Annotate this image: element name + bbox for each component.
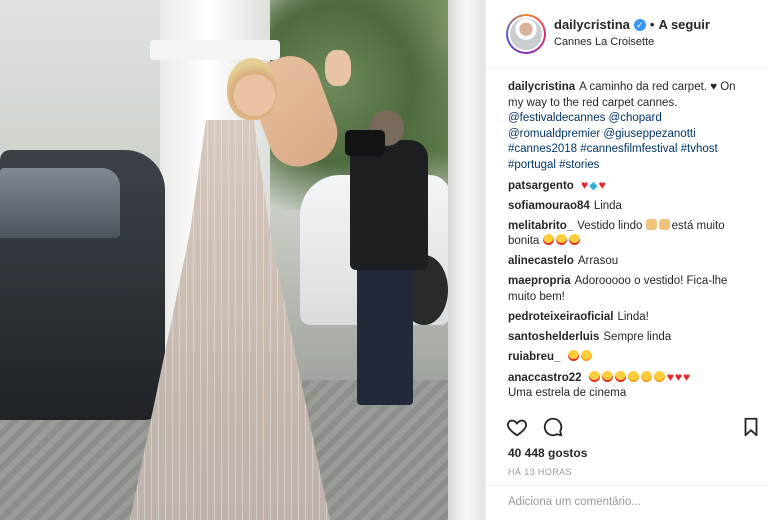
comment-username[interactable]: anaccastro22 [508,372,582,384]
grin-face-icon [580,349,592,361]
comment-username[interactable]: maepropria [508,275,571,287]
post-photo[interactable] [0,0,485,520]
caption-tags[interactable]: @festivaldecannes @chopard @romualdpremi… [508,112,718,171]
heart-eyes-icon [601,370,613,382]
heart-eyes-icon [567,349,579,361]
kiss-face-icon [542,234,554,245]
header-username[interactable]: dailycristina [554,17,630,32]
black-heart-icon: ♥ [710,81,718,93]
comment: melitabrito_ Vestido lindo está muito bon… [508,218,753,250]
red-heart-icon: ♥ [666,369,674,384]
grin-face-icon [653,370,665,382]
red-heart-icon: ♥ [581,177,589,192]
location-link[interactable]: Cannes La Croisette [554,36,654,48]
heart-eyes-icon [614,370,626,382]
waving-hand [325,50,351,86]
comment-text: Sempre linda [603,330,672,343]
separator-dot: • [649,17,655,32]
photographer-legs [357,265,413,405]
red-heart-icon: ♥ [598,177,606,192]
comment: pedroteixeiraoficial Linda! [508,310,753,326]
heart-outline-icon[interactable] [506,416,528,438]
add-comment-bar [486,485,768,520]
caption: dailycristina A caminho da red carpet. ♥ … [508,80,753,173]
comment: alinecastelo Arrasou [508,254,753,270]
avatar[interactable] [508,16,544,52]
post-timestamp[interactable]: HÁ 13 HORAS [508,467,572,477]
post-side-panel: dailycristina ✓ • A seguir Cannes La Cro… [485,0,768,520]
likes-count[interactable]: 40 448 gostos [508,446,587,460]
bookmark-icon[interactable] [740,416,762,438]
kiss-face-icon [568,234,580,245]
comment-username[interactable]: sofiamourao84 [508,200,590,212]
comment-text: Linda [593,199,622,212]
comment-input[interactable] [508,496,748,508]
comment-text: Arrasou [577,255,619,267]
right-pillar [448,0,485,520]
verified-badge-icon: ✓ [633,18,646,31]
comment-text: Linda! [617,310,649,323]
comment-username[interactable]: alinecastelo [508,255,574,267]
ok-hand-icon [645,218,657,230]
grin-face-icon [627,370,639,382]
comments-list: dailycristina A caminho da red carpet. ♥ … [508,80,753,406]
following-button[interactable]: A seguir [658,17,710,32]
caption-username[interactable]: dailycristina [508,81,575,93]
header-user-line: dailycristina ✓ • A seguir [554,17,710,32]
avatar-photo [510,18,542,50]
comment-username[interactable]: ruiabreu_ [508,351,560,363]
grin-face-icon [640,370,652,382]
comment-bubble-icon[interactable] [542,416,564,438]
red-heart-icon: ♥ [674,369,682,384]
kiss-face-icon [555,234,567,245]
story-ring[interactable] [506,14,546,54]
comment: sofiamourao84 Linda [508,199,753,215]
post-header: dailycristina ✓ • A seguir Cannes La Cro… [486,0,768,68]
camera [345,130,385,156]
comment-username[interactable]: melitabrito_ [508,220,573,232]
car-window [0,168,120,238]
comment-username[interactable]: pedroteixeiraoficial [508,311,613,323]
comment-text: Vestido lindo [577,219,646,232]
comment: ruiabreu_ [508,349,753,366]
clapping-hands-icon [658,218,670,230]
comment-username[interactable]: patsargento [508,180,574,192]
photographer [345,110,430,410]
comment: santoshelderluis Sempre linda [508,330,753,346]
caption-text: A caminho da red carpet. [579,81,711,93]
comment-username[interactable]: santoshelderluis [508,331,599,343]
comment: patsargento ♥◆♥ [508,178,753,195]
comment: anaccastro22 ♥♥♥ Uma estrela de cinema [508,370,753,402]
heart-eyes-icon [588,370,600,382]
comment: maepropria Adorooooo o vestido! Fica-lhe … [508,274,753,305]
diamond-icon: ◆ [589,179,598,192]
red-heart-icon: ♥ [682,369,691,384]
action-bar [486,412,768,442]
comment-text-2: Uma estrela de cinema [508,387,627,399]
pillar-capital [150,40,280,60]
photographer-body [350,140,428,270]
woman-head [227,58,277,120]
